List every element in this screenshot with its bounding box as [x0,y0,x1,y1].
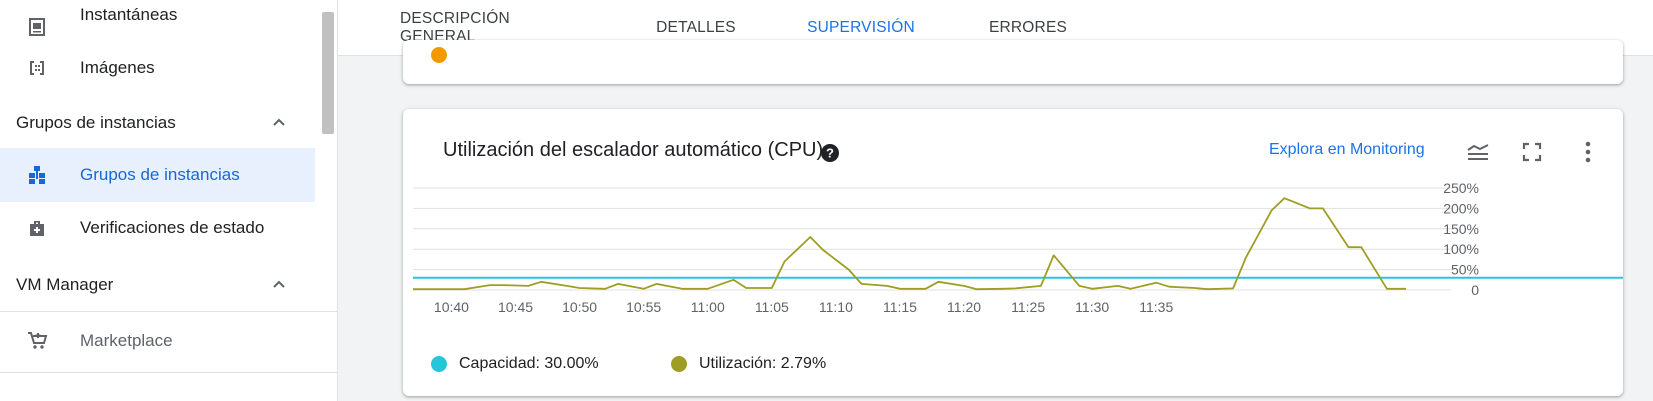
divider [0,372,337,373]
sidebar-item-label: Grupos de instancias [80,165,240,184]
y-tick-label: 200% [1443,200,1479,216]
sidebar-item-label: Verificaciones de estado [80,218,265,237]
sidebar-item-grupos-de-instancias[interactable]: Grupos de instancias [0,148,315,202]
legend-label-capacity: Capacidad: 30.00% [459,355,599,372]
legend-dot-instances [431,47,447,63]
series-line-utilization[interactable] [413,197,1407,291]
y-tick-label: 0 [1471,282,1479,298]
section-label: Grupos de instancias [16,113,176,132]
legend-dot-capacity [431,356,447,372]
section-grupos-de-instancias[interactable]: Grupos de instancias [0,98,315,148]
x-tick-label: 11:25 [1011,299,1045,315]
marketplace-cart-icon [26,330,48,352]
y-tick-label: 50% [1451,262,1479,278]
x-tick-label: 11:00 [691,299,725,315]
sidebar-item-label: Instantáneas [80,5,178,24]
health-check-icon [26,217,48,239]
section-label: VM Manager [16,275,114,294]
sidebar-item-label: Marketplace [80,331,173,350]
x-tick-label: 11:20 [947,299,981,315]
x-tick-label: 11:10 [819,299,853,315]
section-vm-manager[interactable]: VM Manager [0,260,315,310]
x-tick-label: 10:45 [498,299,533,315]
instance-groups-icon [26,164,48,186]
sidebar-item-marketplace[interactable]: Marketplace [0,314,315,368]
autoscaler-utilization-card: Utilización del escalador automático (CP… [403,109,1623,396]
sidebar-scrollbar[interactable] [322,12,334,134]
legend-capacity[interactable]: Capacidad: 30.00% [431,355,599,373]
x-tick-label: 11:35 [1139,299,1173,315]
divider [0,311,337,312]
x-tick-label: 11:30 [1075,299,1109,315]
x-tick-label: 10:55 [626,299,661,315]
sidebar-item-verificaciones-de-estado[interactable]: Verificaciones de estado [0,201,315,255]
sidebar-item-label: Imágenes [80,58,155,77]
sidebar-item-imagenes[interactable]: Imágenes [0,41,315,95]
chevron-up-icon[interactable] [270,114,288,132]
x-tick-label: 11:05 [755,299,789,315]
x-tick-label: 10:50 [562,299,597,315]
chevron-up-icon[interactable] [270,276,288,294]
autoscaler-chart: 250% 200% 150% 100% 50% 0 10:40 10:45 10:50 10:55… [412,180,1623,315]
legend-dot-utilization [671,356,687,372]
snapshot-icon [26,16,48,38]
x-tick-label: 10:40 [434,299,469,315]
legend-label-utilization: Utilización: 2.79% [699,355,827,372]
y-tick-label: 100% [1443,241,1479,257]
legend-utilization[interactable]: Utilización: 2.79% [671,355,826,373]
x-tick-label: 11:15 [883,299,917,315]
sidebar: Instantáneas Imágenes Grupos de instanci… [0,0,338,401]
image-icon [26,57,48,79]
instances-chart-card [403,40,1623,84]
y-tick-label: 150% [1443,221,1479,237]
y-tick-label: 250% [1443,180,1479,196]
